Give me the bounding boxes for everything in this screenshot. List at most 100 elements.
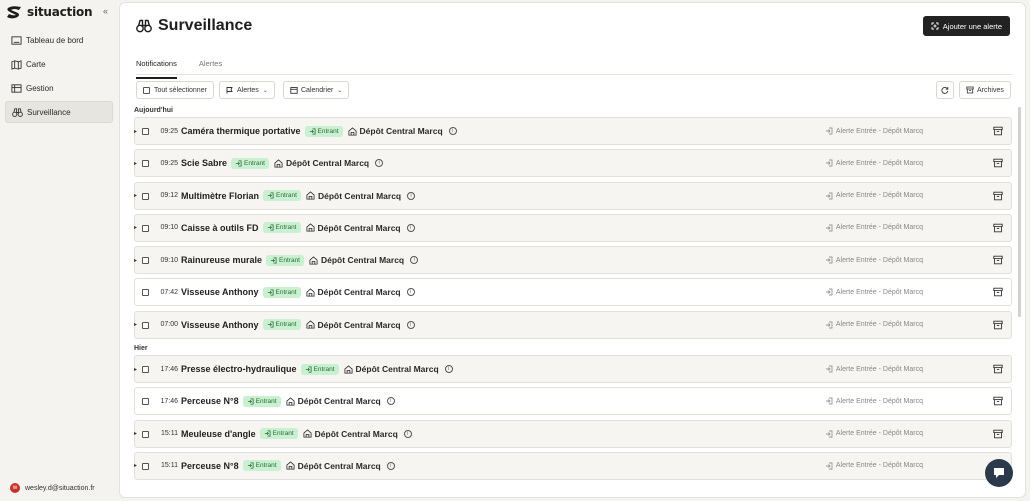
sidebar-item-carte[interactable]: Carte <box>5 53 113 75</box>
scrollbar[interactable] <box>1018 107 1021 317</box>
notification-row[interactable]: ▸ 09:12 Multimètre Florian Entrant Dépôt Cen… <box>134 181 1012 210</box>
location[interactable]: Dépôt Central Marcq <box>303 429 398 439</box>
item-name: Perceuse N°8 <box>181 460 239 471</box>
notification-row[interactable]: ▸ 09:25 Scie Sabre Entrant Dépôt Central Mar… <box>134 149 1012 178</box>
row-checkbox[interactable] <box>142 257 149 265</box>
expand-caret-icon[interactable]: ▸ <box>134 160 137 167</box>
row-checkbox[interactable] <box>142 366 149 374</box>
archive-icon[interactable] <box>993 429 1003 439</box>
archive-icon[interactable] <box>993 191 1003 201</box>
info-icon[interactable]: i <box>406 223 415 232</box>
sidebar-item-label: Gestion <box>26 83 54 93</box>
item-name: Meuleuse d'angle <box>181 428 256 439</box>
info-icon[interactable]: i <box>406 320 415 329</box>
location[interactable]: Dépôt Central Marcq <box>306 191 401 201</box>
enter-icon <box>247 398 254 405</box>
archive-icon[interactable] <box>993 320 1003 330</box>
user-profile[interactable]: w wesley.d@situaction.fr <box>10 483 95 493</box>
notification-row[interactable]: ▸ 15:11 Perceuse N°8 Entrant Dépôt Central M… <box>134 451 1012 480</box>
archive-icon[interactable] <box>993 255 1003 265</box>
info-icon[interactable]: i <box>375 159 384 168</box>
info-icon[interactable]: i <box>410 256 419 265</box>
archives-button[interactable]: Archives <box>959 81 1011 99</box>
row-checkbox[interactable] <box>142 192 149 200</box>
alerts-filter-dropdown[interactable]: Alertes ⌄ <box>219 81 275 99</box>
enter-icon <box>309 127 316 135</box>
location[interactable]: Dépôt Central Marcq <box>348 126 443 136</box>
notification-row[interactable]: 17:46 Perceuse N°8 Entrant Dépôt Central Ma… <box>134 387 1012 416</box>
select-all-checkbox[interactable] <box>143 86 150 94</box>
info-icon[interactable]: i <box>386 461 395 470</box>
row-checkbox[interactable] <box>142 224 149 232</box>
row-checkbox[interactable] <box>142 398 149 406</box>
badge-label: Entrant <box>279 256 300 264</box>
location[interactable]: Dépôt Central Marcq <box>305 223 401 233</box>
info-icon[interactable]: i <box>403 429 412 438</box>
tab-alertes[interactable]: Alertes <box>199 57 222 74</box>
enter-icon <box>825 256 833 264</box>
location[interactable]: Dépôt Central Marcq <box>344 364 439 374</box>
location[interactable]: Dépôt Central Marcq <box>274 158 369 168</box>
refresh-button[interactable] <box>936 81 954 99</box>
warehouse-icon <box>344 364 353 374</box>
status-badge: Entrant <box>242 395 281 407</box>
row-checkbox[interactable] <box>142 289 149 297</box>
notification-row[interactable]: ▸ 17:46 Presse électro-hydraulique Entrant D… <box>134 355 1012 384</box>
notification-row[interactable]: ▸ 09:10 Rainureuse murale Entrant Dépôt Cent… <box>134 246 1012 275</box>
row-time: 09:12 <box>160 192 178 200</box>
logo[interactable]: situaction « <box>6 4 112 20</box>
sidebar-item-tableau-de-bord[interactable]: Tableau de bord <box>5 29 113 51</box>
calendar-filter-dropdown[interactable]: Calendrier ⌄ <box>283 81 350 99</box>
archive-icon[interactable] <box>993 364 1003 374</box>
archive-icon[interactable] <box>993 158 1003 168</box>
row-checkbox[interactable] <box>142 128 149 135</box>
info-icon[interactable]: i <box>407 191 416 200</box>
notification-row[interactable]: 07:42 Visseuse Anthony Entrant Dépôt Centra… <box>134 278 1012 307</box>
row-checkbox[interactable] <box>142 430 149 438</box>
row-content: Caméra thermique portative Entrant Dépôt C… <box>181 117 457 145</box>
row-time: 15:11 <box>161 462 178 470</box>
expand-caret-icon[interactable]: ▸ <box>134 192 137 199</box>
select-all-button[interactable]: Tout sélectionner <box>136 81 214 99</box>
expand-caret-icon[interactable]: ▸ <box>134 224 137 231</box>
row-checkbox[interactable] <box>142 160 149 168</box>
item-name: Presse électro-hydraulique <box>181 364 297 375</box>
location[interactable]: Dépôt Central Marcq <box>286 396 381 406</box>
sidebar-item-label: Surveillance <box>27 107 71 117</box>
add-alert-button[interactable]: Ajouter une alerte <box>922 16 1010 36</box>
notification-row[interactable]: ▸ 09:10 Caisse à outils FD Entrant Dépôt Cen… <box>134 213 1012 242</box>
location[interactable]: Dépôt Central Marcq <box>305 287 401 297</box>
info-icon[interactable]: i <box>448 127 457 135</box>
location[interactable]: Dépôt Central Marcq <box>305 320 401 330</box>
archive-icon[interactable] <box>993 396 1003 406</box>
notification-row[interactable]: ▸ 07:00 Visseuse Anthony Entrant Dépôt Centr… <box>134 310 1012 339</box>
row-checkbox[interactable] <box>142 321 149 329</box>
archive-icon[interactable] <box>993 126 1003 136</box>
sidebar-item-surveillance[interactable]: Surveillance <box>5 101 113 123</box>
location[interactable]: Dépôt Central Marcq <box>286 461 381 471</box>
expand-caret-icon[interactable]: ▸ <box>134 257 137 264</box>
expand-caret-icon[interactable]: ▸ <box>134 366 137 373</box>
info-icon[interactable]: i <box>444 365 453 374</box>
sidebar-item-gestion[interactable]: Gestion <box>5 77 113 99</box>
badge-label: Entrant <box>255 397 277 405</box>
badge-label: Entrant <box>276 192 297 200</box>
location[interactable]: Dépôt Central Marcq <box>309 255 404 265</box>
chat-button[interactable] <box>985 459 1013 487</box>
expand-caret-icon[interactable]: ▸ <box>134 462 137 469</box>
notification-row[interactable]: ▸ 09:25 Caméra thermique portative Entrant D… <box>134 117 1012 145</box>
info-icon[interactable]: i <box>386 397 395 406</box>
archive-icon[interactable] <box>993 287 1003 297</box>
row-checkbox[interactable] <box>142 462 149 470</box>
item-name: Visseuse Anthony <box>181 319 259 330</box>
binoculars-icon <box>12 107 23 117</box>
info-icon[interactable]: i <box>406 288 415 297</box>
expand-caret-icon[interactable]: ▸ <box>134 430 137 437</box>
tab-notifications[interactable]: Notifications <box>136 57 177 79</box>
expand-caret-icon[interactable]: ▸ <box>134 128 137 135</box>
expand-caret-icon[interactable]: ▸ <box>134 321 137 328</box>
add-alert-label: Ajouter une alerte <box>942 21 1002 31</box>
archive-icon[interactable] <box>993 223 1003 233</box>
notification-row[interactable]: ▸ 15:11 Meuleuse d'angle Entrant Dépôt Centr… <box>134 419 1012 448</box>
collapse-sidebar-icon[interactable]: « <box>103 6 108 16</box>
